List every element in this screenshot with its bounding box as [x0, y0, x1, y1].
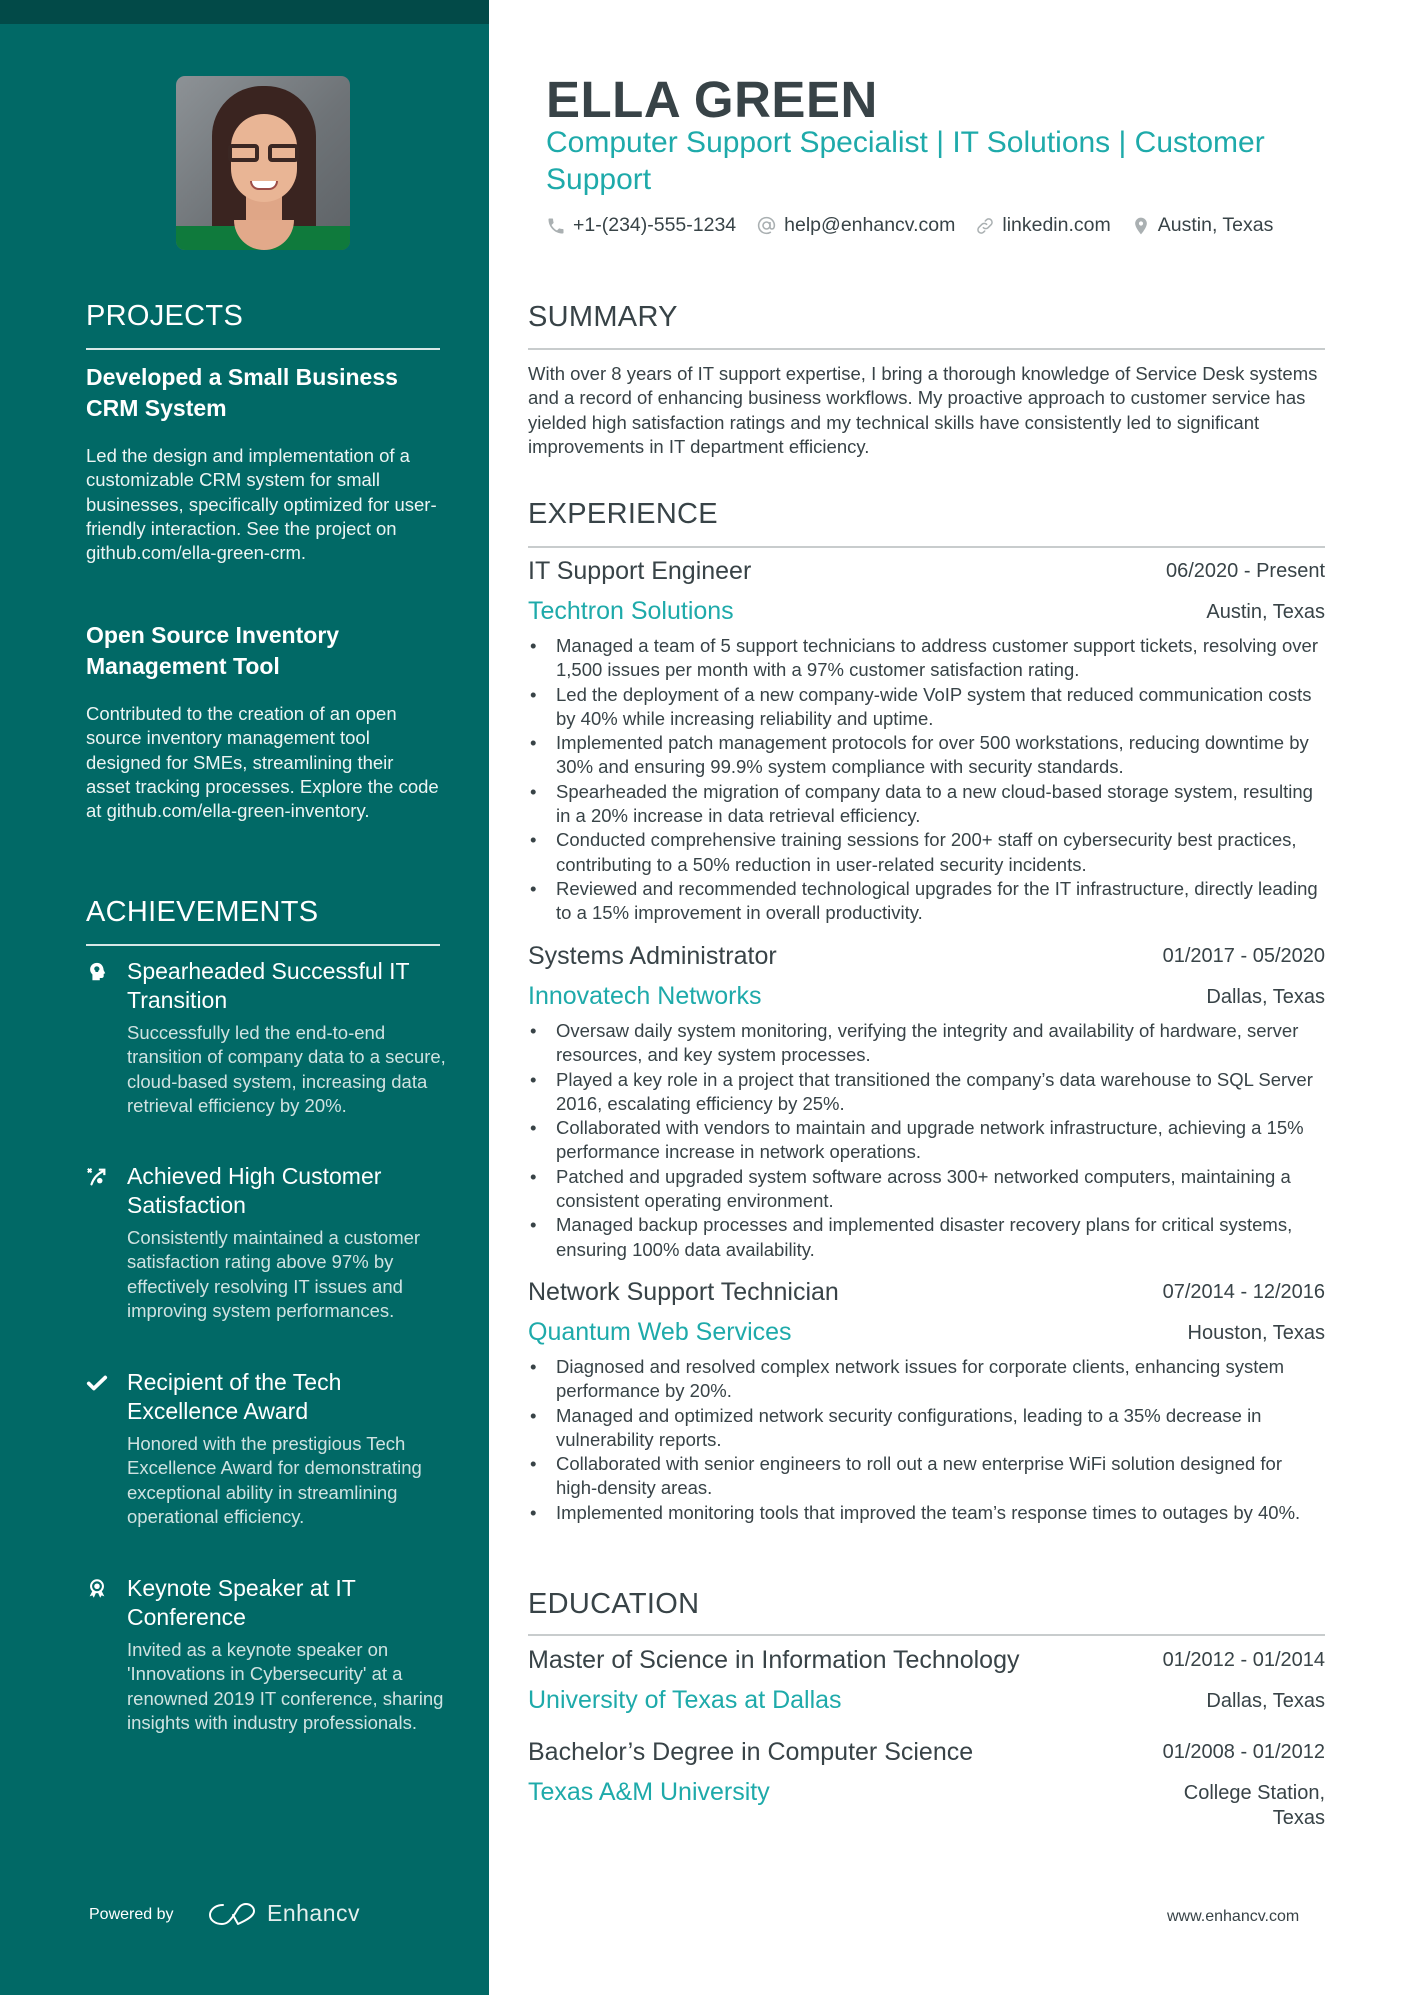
contact-phone[interactable]: +1-(234)-555-1234: [546, 214, 736, 237]
job-entry: Systems Administrator 01/2017 - 05/2020 …: [528, 942, 1325, 1262]
job-bullet: Spearheaded the migration of company dat…: [528, 780, 1325, 829]
sidebar: PROJECTS Developed a Small Business CRM …: [0, 0, 489, 1995]
job-entry: Network Support Technician 07/2014 - 12/…: [528, 1278, 1325, 1525]
job-location: Houston, Texas: [1187, 1322, 1326, 1344]
location-pin-icon: [1134, 217, 1147, 234]
job-dates: 06/2020 - Present: [1166, 560, 1325, 582]
job-title: Network Support Technician: [528, 1278, 839, 1306]
education-dates: 01/2008 - 01/2012: [1162, 1741, 1325, 1763]
job-company: Techtron Solutions: [528, 597, 734, 625]
job-bullet: Conducted comprehensive training session…: [528, 828, 1325, 877]
project-item: Developed a Small Business CRM System Le…: [86, 362, 440, 565]
checkmark-icon: [86, 1375, 108, 1391]
achievement-item: Keynote Speaker at IT Conference Invited…: [86, 1574, 446, 1735]
job-bullet: Oversaw daily system monitoring, verifyi…: [528, 1019, 1325, 1068]
projects-heading: PROJECTS: [86, 300, 244, 332]
enhancv-brand-name[interactable]: Enhancv: [267, 1900, 360, 1927]
contact-linkedin[interactable]: linkedin.com: [975, 214, 1111, 237]
achievement-description: Successfully led the end-to-end transiti…: [127, 1022, 446, 1116]
achievement-title: Keynote Speaker at IT Conference: [127, 1575, 356, 1630]
award-ribbon-icon: [89, 1579, 105, 1598]
phone-icon: [548, 218, 564, 233]
strategy-arrow-icon: [87, 1168, 106, 1186]
contact-email-text: help@enhancv.com: [784, 214, 956, 236]
job-bullet: Managed a team of 5 support technicians …: [528, 634, 1325, 683]
contact-email[interactable]: help@enhancv.com: [756, 214, 955, 237]
achievement-title: Spearheaded Successful IT Transition: [127, 958, 410, 1013]
education-heading: EDUCATION: [528, 1588, 700, 1620]
job-dates: 07/2014 - 12/2016: [1162, 1281, 1325, 1303]
project-title: Open Source Inventory Management Tool: [86, 622, 340, 679]
achievement-title: Recipient of the Tech Excellence Award: [127, 1369, 342, 1424]
job-bullets: Diagnosed and resolved complex network i…: [528, 1355, 1325, 1525]
footer-website-link[interactable]: www.enhancv.com: [1167, 1908, 1299, 1926]
candidate-headline: Computer Support Specialist | IT Solutio…: [546, 126, 1265, 196]
job-bullet: Diagnosed and resolved complex network i…: [528, 1355, 1325, 1404]
school-name: University of Texas at Dallas: [528, 1686, 842, 1714]
powered-by-label: Powered by: [89, 1906, 174, 1923]
achievement-description: Invited as a keynote speaker on 'Innovat…: [127, 1639, 444, 1733]
job-dates: 01/2017 - 05/2020: [1162, 945, 1325, 967]
contact-linkedin-text: linkedin.com: [1002, 214, 1111, 236]
project-description: Contributed to the creation of an open s…: [86, 703, 439, 822]
school-location: College Station, Texas: [1183, 1782, 1325, 1829]
at-sign-icon: [757, 216, 776, 235]
achievements-heading: ACHIEVEMENTS: [86, 896, 319, 928]
job-bullet: Led the deployment of a new company-wide…: [528, 683, 1325, 732]
job-entry: IT Support Engineer 06/2020 - Present Te…: [528, 557, 1325, 926]
brain-head-icon: [90, 962, 106, 981]
school-location: Dallas, Texas: [1206, 1690, 1325, 1712]
contact-location: Austin, Texas: [1131, 214, 1274, 237]
projects-divider: [86, 348, 440, 350]
education-entry: Bachelor’s Degree in Computer Science 01…: [528, 1738, 1325, 1829]
job-title: Systems Administrator: [528, 942, 777, 970]
job-bullet: Patched and upgraded system software acr…: [528, 1165, 1325, 1214]
job-bullet: Implemented patch management protocols f…: [528, 731, 1325, 780]
job-title: IT Support Engineer: [528, 557, 752, 585]
job-bullets: Managed a team of 5 support technicians …: [528, 634, 1325, 926]
enhancv-logo-icon: [209, 1903, 255, 1925]
project-item: Open Source Inventory Management Tool Co…: [86, 620, 440, 823]
summary-text: With over 8 years of IT support expertis…: [528, 363, 1318, 457]
experience-divider: [528, 546, 1325, 548]
education-entry: Master of Science in Information Technol…: [528, 1646, 1325, 1726]
degree-title: Bachelor’s Degree in Computer Science: [528, 1738, 974, 1766]
job-company: Innovatech Networks: [528, 982, 762, 1010]
education-divider: [528, 1634, 1325, 1636]
achievements-divider: [86, 944, 440, 946]
summary-divider: [528, 348, 1325, 350]
job-bullet: Managed and optimized network security c…: [528, 1404, 1325, 1453]
profile-photo: [176, 76, 350, 250]
sidebar-top-strip: [0, 0, 489, 24]
job-bullet: Reviewed and recommended technological u…: [528, 877, 1325, 926]
achievement-title: Achieved High Customer Satisfaction: [127, 1163, 382, 1218]
job-bullets: Oversaw daily system monitoring, verifyi…: [528, 1019, 1325, 1262]
education-dates: 01/2012 - 01/2014: [1162, 1649, 1325, 1671]
achievement-description: Honored with the prestigious Tech Excell…: [127, 1433, 422, 1527]
contact-phone-text: +1-(234)-555-1234: [573, 214, 737, 236]
project-title: Developed a Small Business CRM System: [86, 364, 398, 421]
degree-title: Master of Science in Information Technol…: [528, 1646, 1020, 1674]
summary-heading: SUMMARY: [528, 301, 678, 333]
candidate-name: ELLA GREEN: [546, 71, 878, 128]
job-company: Quantum Web Services: [528, 1318, 792, 1346]
project-description: Led the design and implementation of a c…: [86, 445, 437, 564]
link-icon: [977, 217, 994, 234]
job-bullet: Implemented monitoring tools that improv…: [528, 1501, 1325, 1526]
job-location: Dallas, Texas: [1206, 986, 1325, 1008]
job-bullet: Managed backup processes and implemented…: [528, 1213, 1325, 1262]
achievement-item: Spearheaded Successful IT Transition Suc…: [86, 957, 446, 1118]
school-name: Texas A&M University: [528, 1778, 770, 1806]
job-bullet: Collaborated with vendors to maintain an…: [528, 1116, 1325, 1165]
job-location: Austin, Texas: [1206, 601, 1325, 623]
job-bullet: Collaborated with senior engineers to ro…: [528, 1452, 1325, 1501]
contact-location-text: Austin, Texas: [1157, 214, 1274, 236]
contact-row: +1-(234)-555-1234 help@enhancv.com linke…: [546, 214, 1293, 237]
job-bullet: Played a key role in a project that tran…: [528, 1068, 1325, 1117]
achievement-description: Consistently maintained a customer satis…: [127, 1227, 421, 1321]
achievement-item: Achieved High Customer Satisfaction Cons…: [86, 1162, 446, 1323]
achievement-item: Recipient of the Tech Excellence Award H…: [86, 1368, 446, 1529]
experience-heading: EXPERIENCE: [528, 498, 718, 530]
